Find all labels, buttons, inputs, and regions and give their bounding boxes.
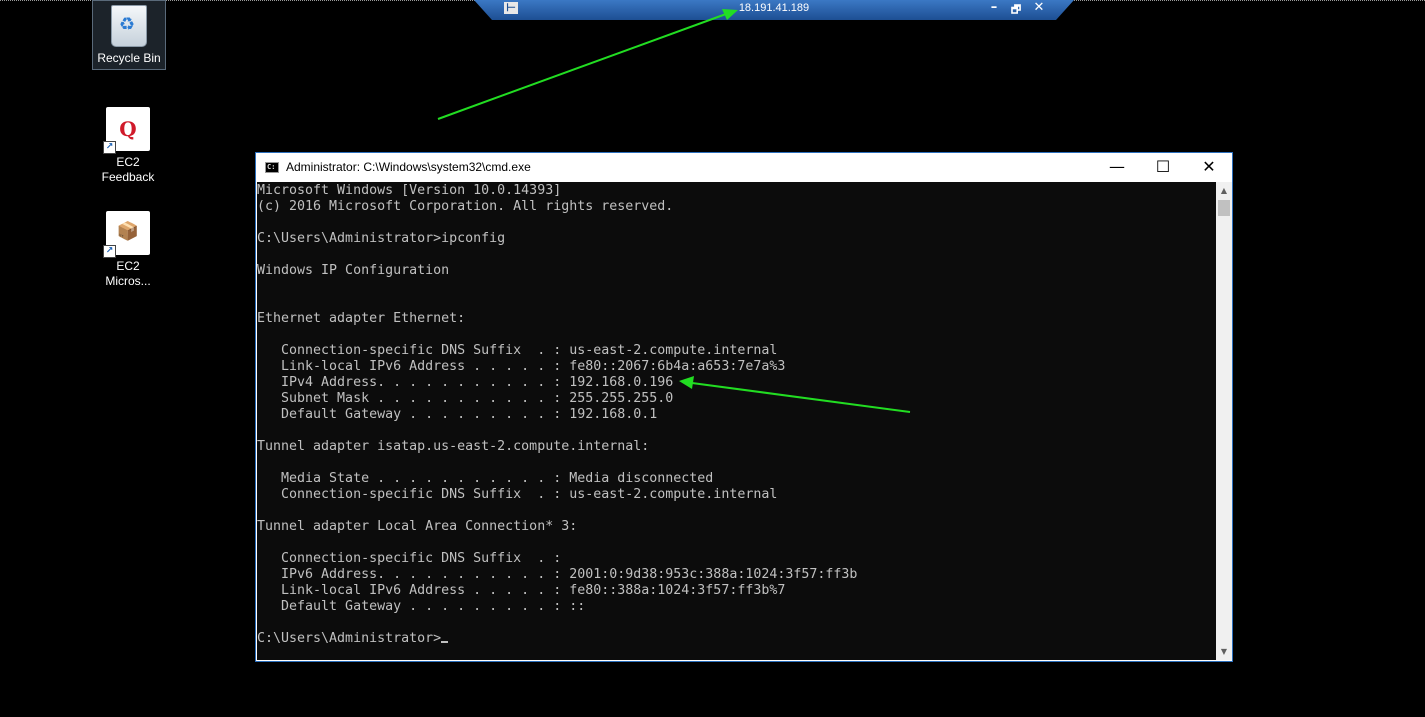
console-line: IPv6 Address. . . . . . . . . . . : 2001… [257,567,858,582]
console-prompt-line[interactable]: C:\Users\Administrator> [257,631,1217,647]
console-line: Default Gateway . . . . . . . . . : 192.… [257,407,658,422]
rdp-host-address: 18.191.41.189 [738,2,810,14]
console-line: IPv4 Address. . . . . . . . . . . : 192.… [257,375,674,390]
vertical-scrollbar[interactable]: ▲ ▼ [1216,182,1232,660]
console-line: (c) 2016 Microsoft Corporation. All righ… [257,199,674,214]
ec2-feedback-icon: Q ↗ [103,107,150,154]
desktop-icon-label: EC2 Micros... [105,259,151,288]
scroll-up-icon[interactable]: ▲ [1216,182,1232,199]
desktop-icon-ec2-feedback[interactable]: Q ↗ EC2 Feedback [92,107,164,185]
rdp-restore-button[interactable]: 🗗 [1008,1,1024,20]
console-line: C:\Users\Administrator>ipconfig [257,231,506,246]
console-line: Windows IP Configuration [257,263,450,278]
cmd-window-title: Administrator: C:\Windows\system32\cmd.e… [286,160,531,174]
ec2-feedback-glyph: Q [119,117,137,141]
shortcut-arrow-icon: ↗ [103,245,116,258]
cmd-window[interactable]: C: Administrator: C:\Windows\system32\cm… [255,152,1233,662]
shortcut-arrow-icon: ↗ [103,141,116,154]
console-line: Link-local IPv6 Address . . . . . : fe80… [257,359,786,374]
scroll-down-icon[interactable]: ▼ [1216,643,1232,660]
console-line: Default Gateway . . . . . . . . . : :: [257,599,586,614]
console-line: Link-local IPv6 Address . . . . . : fe80… [257,583,786,598]
maximize-button[interactable]: ☐ [1140,153,1186,182]
minimize-button[interactable]: — [1094,153,1140,182]
cmd-title-bar[interactable]: C: Administrator: C:\Windows\system32\cm… [256,153,1232,182]
console-line: Media State . . . . . . . . . . . : Medi… [257,471,714,486]
text-cursor [441,641,449,643]
arrow-to-public-ip [437,13,727,120]
console-line: Connection-specific DNS Suffix . : us-ea… [257,487,778,502]
rdp-close-button[interactable]: ✕ [1031,0,1047,15]
scrollbar-thumb[interactable] [1218,200,1230,216]
cmd-app-icon[interactable]: C: [265,162,279,173]
console-line: Connection-specific DNS Suffix . : us-ea… [257,343,778,358]
console-line: Tunnel adapter Local Area Connection* 3: [257,519,578,534]
console-prompt: C:\Users\Administrator> [257,631,442,646]
rdp-connection-bar: ⊢ 18.191.41.189 – 🗗 ✕ [474,0,1074,20]
console-line: Microsoft Windows [Version 10.0.14393] [257,183,562,198]
close-button[interactable]: ✕ [1186,153,1232,182]
console-text: Microsoft Windows [Version 10.0.14393] (c… [257,182,1217,647]
desktop-icon-recycle-bin[interactable]: Recycle Bin [92,0,166,70]
desktop-icon-ec2-microsoft[interactable]: 📦 ↗ EC2 Micros... [92,211,164,289]
console-line: Subnet Mask . . . . . . . . . . . : 255.… [257,391,674,406]
console-output[interactable]: Microsoft Windows [Version 10.0.14393] (c… [257,182,1217,660]
ec2-microsoft-icon: 📦 ↗ [103,211,150,258]
desktop-icon-label: EC2 Feedback [101,155,155,184]
recycle-bin-icon [111,5,147,47]
console-line: Ethernet adapter Ethernet: [257,311,466,326]
ec2-microsoft-glyph: 📦 [116,221,140,242]
console-line: Connection-specific DNS Suffix . : [257,551,562,566]
rdp-minimize-button[interactable]: – [986,0,1002,15]
desktop-icon-label: Recycle Bin [97,51,161,65]
console-line: Tunnel adapter isatap.us-east-2.compute.… [257,439,650,454]
